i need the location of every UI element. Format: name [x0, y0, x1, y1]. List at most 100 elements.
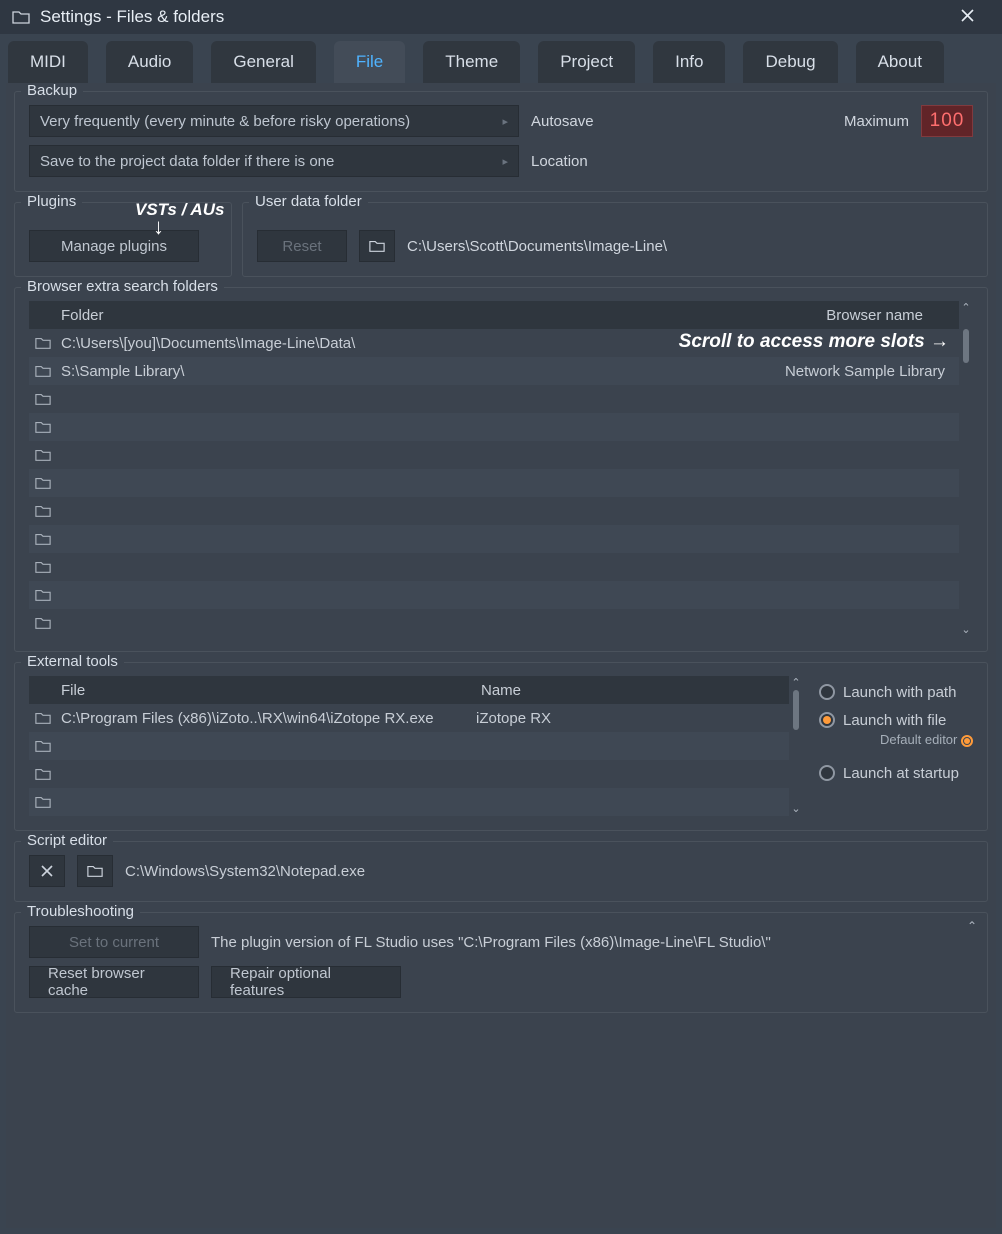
- content-area: Backup Very frequently (every minute & b…: [6, 83, 996, 1228]
- table-row[interactable]: [29, 553, 959, 581]
- folder-icon: [35, 504, 51, 518]
- section-script-editor: Script editor C:\Windows\System32\Notepa…: [14, 841, 988, 902]
- table-row[interactable]: [29, 525, 959, 553]
- section-title-external: External tools: [21, 653, 124, 670]
- scroll-up-icon[interactable]: ⌃: [789, 676, 803, 690]
- section-troubleshooting: Troubleshooting ⌃ Set to current The plu…: [14, 912, 988, 1013]
- reset-browser-cache-button[interactable]: Reset browser cache: [29, 966, 199, 998]
- chevron-right-icon: ▸: [502, 155, 508, 168]
- section-userdata: User data folder Reset C:\Users\Scott\Do…: [242, 202, 988, 277]
- section-title-script: Script editor: [21, 832, 113, 849]
- section-browser-folders: Browser extra search folders Folder Brow…: [14, 287, 988, 652]
- tab-about[interactable]: About: [856, 41, 944, 83]
- table-row[interactable]: S:\Sample Library\Network Sample Library: [29, 357, 959, 385]
- arrow-down-icon: ↓: [153, 221, 164, 233]
- section-title-backup: Backup: [21, 83, 83, 99]
- scroll-down-icon[interactable]: ⌄: [959, 623, 973, 637]
- section-external-tools: External tools File Name C:\Program File…: [14, 662, 988, 831]
- folder-icon: [35, 711, 51, 725]
- scroll-thumb[interactable]: [963, 329, 969, 363]
- tab-bar: MIDI Audio General File Theme Project In…: [0, 38, 1002, 83]
- window-title: Settings - Files & folders: [40, 7, 955, 27]
- table-row[interactable]: C:\Program Files (x86)\iZoto..\RX\win64\…: [29, 704, 789, 732]
- browser-scrollbar[interactable]: ⌃ ⌄: [959, 301, 973, 637]
- maximum-value[interactable]: 100: [921, 105, 973, 137]
- annotation-vsts: VSTs / AUs: [135, 200, 224, 220]
- chevron-right-icon: ▸: [502, 115, 508, 128]
- script-path: C:\Windows\System32\Notepad.exe: [125, 863, 365, 880]
- annotation-scroll: Scroll to access more slots →: [679, 331, 949, 353]
- autosave-dropdown[interactable]: Very frequently (every minute & before r…: [29, 105, 519, 137]
- folder-icon: [369, 239, 385, 253]
- table-row[interactable]: [29, 497, 959, 525]
- tab-general[interactable]: General: [211, 41, 315, 83]
- section-backup: Backup Very frequently (every minute & b…: [14, 91, 988, 192]
- folder-icon: [35, 767, 51, 781]
- table-row[interactable]: [29, 732, 789, 760]
- folder-icon: [35, 420, 51, 434]
- browse-script-button[interactable]: [77, 855, 113, 887]
- scroll-down-icon[interactable]: ⌄: [789, 802, 803, 816]
- table-row[interactable]: [29, 788, 789, 816]
- manage-plugins-button[interactable]: Manage plugins: [29, 230, 199, 262]
- tab-debug[interactable]: Debug: [743, 41, 837, 83]
- folder-icon: [12, 10, 30, 24]
- default-editor-indicator[interactable]: [961, 735, 973, 747]
- folder-icon: [35, 739, 51, 753]
- table-row[interactable]: [29, 609, 959, 637]
- browse-userdata-button[interactable]: [359, 230, 395, 262]
- table-row[interactable]: [29, 581, 959, 609]
- radio-icon: [819, 684, 835, 700]
- section-title-browser: Browser extra search folders: [21, 278, 224, 295]
- maximum-label: Maximum: [844, 113, 909, 130]
- tab-theme[interactable]: Theme: [423, 41, 520, 83]
- folder-icon: [35, 795, 51, 809]
- close-icon[interactable]: [955, 3, 990, 31]
- location-label: Location: [531, 153, 588, 170]
- folder-icon: [87, 864, 103, 878]
- table-row[interactable]: [29, 760, 789, 788]
- reset-userdata-button[interactable]: Reset: [257, 230, 347, 262]
- table-row[interactable]: [29, 469, 959, 497]
- section-title-plugins: Plugins: [21, 193, 82, 210]
- close-icon: [41, 865, 53, 877]
- folder-icon: [35, 336, 51, 350]
- radio-icon: [819, 712, 835, 728]
- chevron-up-icon[interactable]: ⌃: [967, 919, 977, 933]
- titlebar: Settings - Files & folders: [0, 0, 1002, 34]
- table-row[interactable]: [29, 413, 959, 441]
- tab-project[interactable]: Project: [538, 41, 635, 83]
- folder-icon: [35, 392, 51, 406]
- table-row[interactable]: [29, 441, 959, 469]
- folder-icon: [35, 448, 51, 462]
- scroll-up-icon[interactable]: ⌃: [959, 301, 973, 315]
- repair-features-button[interactable]: Repair optional features: [211, 966, 401, 998]
- folder-icon: [35, 560, 51, 574]
- tab-file[interactable]: File: [334, 41, 405, 83]
- section-title-userdata: User data folder: [249, 193, 368, 210]
- browser-table-header: Folder Browser name: [29, 301, 959, 329]
- external-scrollbar[interactable]: ⌃ ⌄: [789, 676, 803, 816]
- userdata-path: C:\Users\Scott\Documents\Image-Line\: [407, 238, 667, 255]
- tab-info[interactable]: Info: [653, 41, 725, 83]
- section-plugins: Plugins VSTs / AUs ↓ Manage plugins: [14, 202, 232, 277]
- scroll-thumb[interactable]: [793, 690, 799, 730]
- launch-with-file-option[interactable]: Launch with file: [819, 706, 973, 734]
- launch-at-startup-option[interactable]: Launch at startup: [819, 759, 973, 787]
- folder-icon: [35, 616, 51, 630]
- section-title-trouble: Troubleshooting: [21, 903, 140, 920]
- set-to-current-button[interactable]: Set to current: [29, 926, 199, 958]
- folder-icon: [35, 588, 51, 602]
- table-row[interactable]: [29, 385, 959, 413]
- folder-icon: [35, 364, 51, 378]
- tab-midi[interactable]: MIDI: [8, 41, 88, 83]
- launch-with-path-option[interactable]: Launch with path: [819, 678, 973, 706]
- clear-script-button[interactable]: [29, 855, 65, 887]
- tab-audio[interactable]: Audio: [106, 41, 193, 83]
- autosave-label: Autosave: [531, 113, 594, 130]
- radio-icon: [819, 765, 835, 781]
- folder-icon: [35, 532, 51, 546]
- external-table-header: File Name: [29, 676, 789, 704]
- folder-icon: [35, 476, 51, 490]
- location-dropdown[interactable]: Save to the project data folder if there…: [29, 145, 519, 177]
